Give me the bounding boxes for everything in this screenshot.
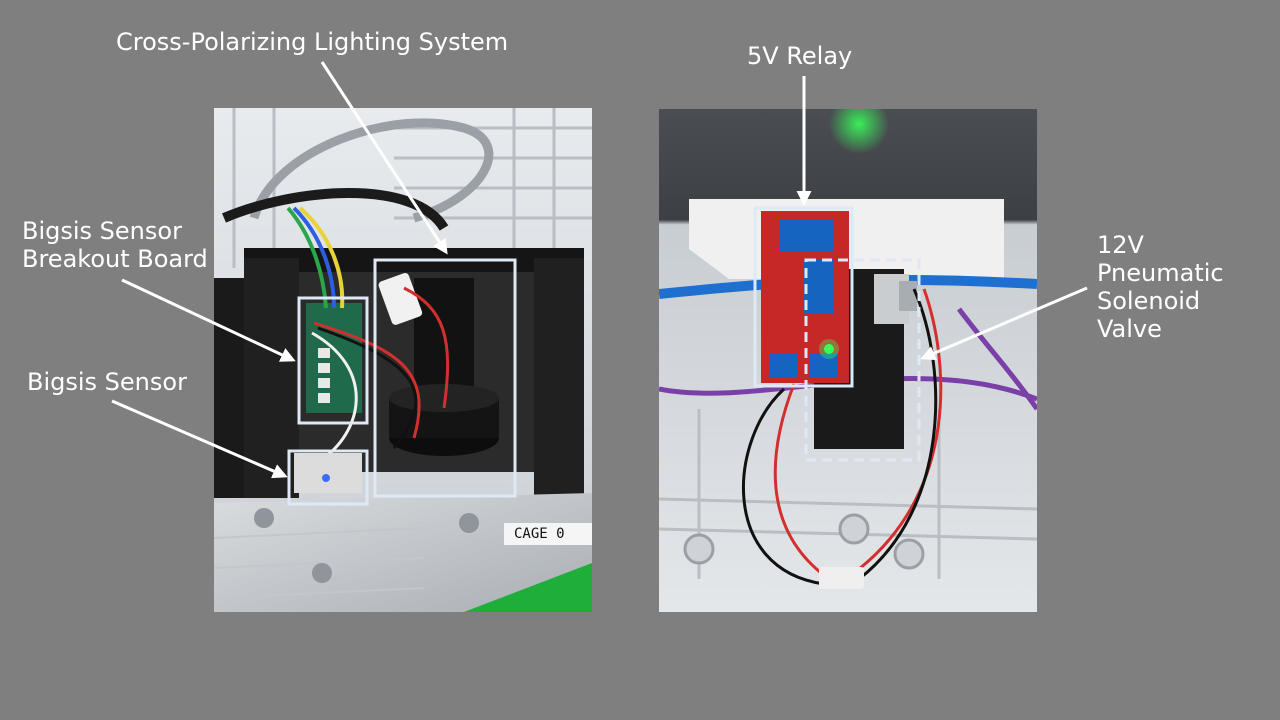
- solenoid-valve-label-line4: Valve: [1097, 315, 1162, 343]
- relay-label: 5V Relay: [747, 42, 853, 70]
- solenoid-valve-label-line1: 12V: [1097, 231, 1144, 259]
- bigsis-sensor-label: Bigsis Sensor: [27, 368, 187, 396]
- cage-plate-label: CAGE 0: [514, 526, 565, 542]
- annotation-overlay: [111, 61, 1088, 506]
- bigsis-breakout-board-label-line1: Bigsis Sensor: [22, 217, 182, 245]
- cross-polarizing-lighting-system-label: Cross-Polarizing Lighting System: [116, 28, 509, 56]
- solenoid-valve-label-line3: Solenoid: [1097, 287, 1201, 315]
- bigsis-breakout-board-label-line2: Breakout Board: [22, 245, 208, 273]
- solenoid-valve-label-line2: Pneumatic: [1097, 259, 1224, 287]
- right-photo: [659, 109, 1037, 612]
- left-photo: CAGE 0: [214, 108, 592, 612]
